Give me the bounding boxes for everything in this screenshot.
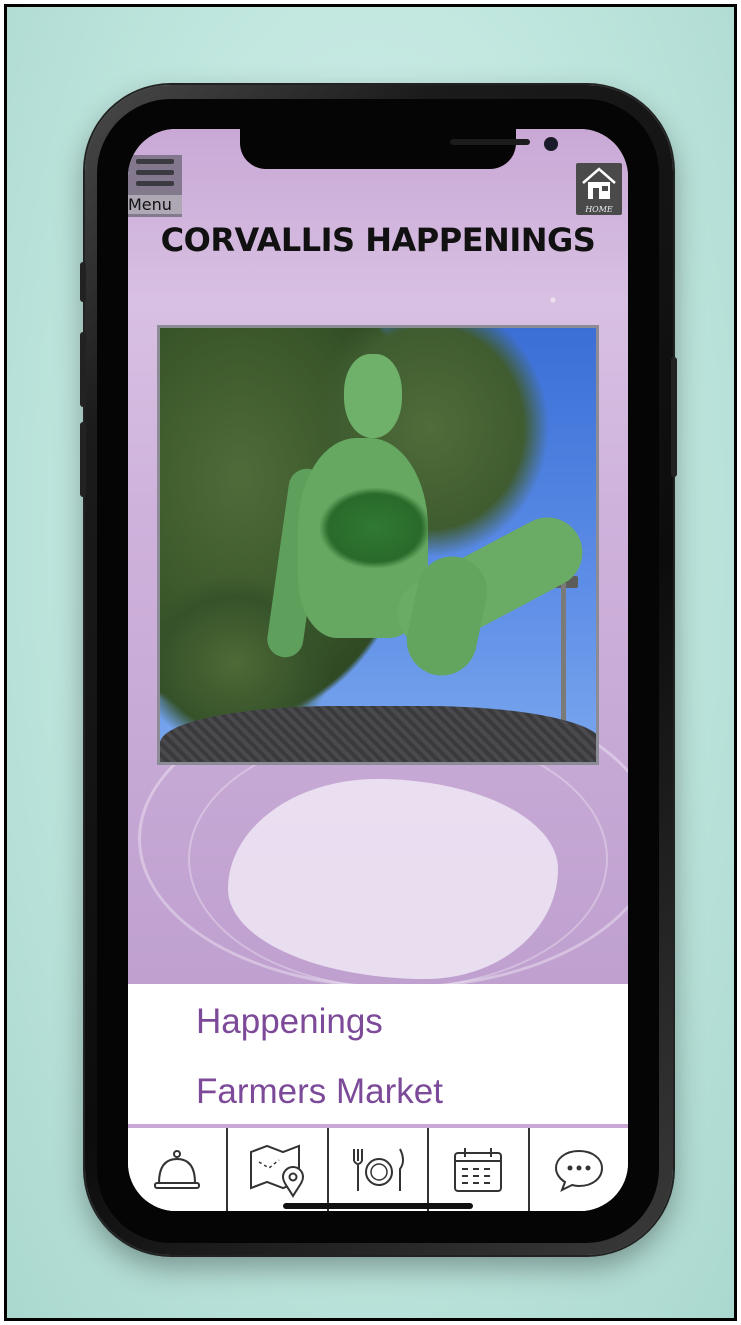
volume-down-button — [80, 422, 86, 497]
app-title: CORVALLIS HAPPENINGS — [160, 221, 596, 259]
street-lamp-pole — [561, 583, 566, 723]
rock-base — [160, 706, 596, 762]
menu-item-farmers-market[interactable]: Farmers Market — [196, 1072, 443, 1112]
front-camera — [544, 137, 558, 151]
menu-item-happenings[interactable]: Happenings — [196, 1002, 383, 1042]
home-button[interactable]: HOME — [576, 163, 622, 215]
power-button — [671, 357, 677, 477]
service-bell-icon — [154, 1149, 201, 1189]
continent-decoration — [228, 779, 558, 979]
tab-map[interactable] — [228, 1128, 329, 1211]
tab-dining[interactable] — [329, 1128, 430, 1211]
dining-icon — [353, 1148, 405, 1191]
statue-foliage — [320, 488, 430, 568]
hero-photo — [157, 325, 599, 765]
home-icon — [582, 167, 616, 199]
menu-button[interactable]: Menu — [128, 155, 182, 217]
menu-label: Menu — [128, 195, 182, 214]
home-label: HOME — [585, 205, 613, 214]
phone-notch — [240, 129, 558, 169]
tab-service[interactable] — [128, 1128, 229, 1211]
tab-calendar[interactable] — [429, 1128, 530, 1211]
statue-head — [344, 354, 402, 438]
background-frame: Menu HOME CORVALLIS HAPPENINGS Happening… — [4, 4, 737, 1321]
bottom-tab-bar — [128, 1128, 628, 1211]
speaker-grille — [450, 139, 530, 145]
chat-bubble-icon — [554, 1149, 603, 1192]
home-indicator — [283, 1203, 473, 1209]
main-menu-list: Happenings Farmers Market — [128, 984, 628, 1129]
app-screen: Menu HOME CORVALLIS HAPPENINGS Happening… — [128, 129, 628, 1211]
calendar-icon — [454, 1147, 503, 1192]
volume-up-button — [80, 332, 86, 407]
map-location-icon — [249, 1144, 304, 1198]
tab-chat[interactable] — [530, 1128, 628, 1211]
mute-switch — [80, 262, 86, 302]
hamburger-icon — [136, 159, 174, 192]
